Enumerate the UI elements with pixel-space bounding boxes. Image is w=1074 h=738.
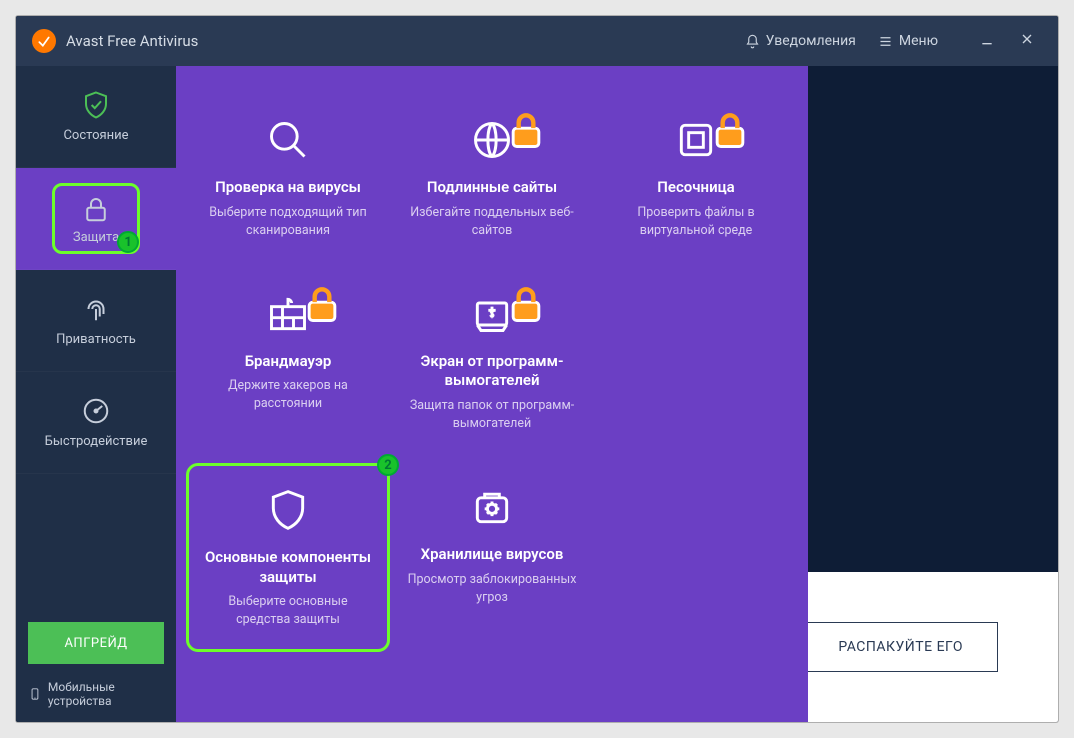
tile-firewall-title: Брандмауэр — [245, 352, 332, 372]
tile-sandbox[interactable]: Песочница Проверить файлы в виртуальной … — [594, 96, 798, 260]
notifications-button[interactable]: Уведомления — [739, 29, 862, 53]
virus-chest-icon — [470, 485, 514, 529]
gauge-icon — [81, 396, 111, 426]
tile-real-sites-title: Подлинные сайты — [427, 178, 557, 198]
tile-core-shields-desc: Выберите основные средства защиты — [203, 593, 373, 629]
menu-label: Меню — [899, 33, 938, 49]
tile-sandbox-desc: Проверить файлы в виртуальной среде — [608, 204, 784, 240]
lock-icon — [81, 194, 111, 224]
mobile-devices-link[interactable]: Мобильные устройства — [16, 674, 176, 722]
annotation-highlight-1: Защита 1 — [52, 183, 140, 254]
app-window: Avast Free Antivirus Уведомления Меню РА… — [16, 16, 1058, 722]
tile-firewall[interactable]: Брандмауэр Держите хакеров на расстоянии — [186, 270, 390, 453]
upgrade-button[interactable]: АПГРЕЙД — [28, 622, 164, 664]
sidebar-privacy-label: Приватность — [56, 332, 136, 347]
title-bar: Avast Free Antivirus Уведомления Меню — [16, 16, 1058, 66]
sidebar-performance-label: Быстродействие — [45, 434, 148, 449]
tile-core-shields[interactable]: 2 Основные компоненты защиты Выберите ос… — [186, 463, 390, 652]
app-title: Avast Free Antivirus — [66, 32, 198, 50]
mobile-icon — [28, 686, 42, 702]
sidebar-item-protection[interactable]: Защита 1 — [16, 168, 176, 270]
tile-virus-scan-desc: Выберите подходящий тип сканирования — [200, 204, 376, 240]
magnifier-icon — [266, 118, 310, 162]
tile-core-shields-title: Основные компоненты защиты — [203, 548, 373, 587]
premium-lock-icon — [504, 108, 520, 126]
tile-virus-scan-title: Проверка на вирусы — [215, 178, 361, 198]
protection-flyout: Проверка на вирусы Выберите подходящий т… — [176, 66, 808, 722]
avast-logo-icon — [32, 29, 56, 53]
fingerprint-icon — [81, 294, 111, 324]
close-button[interactable] — [1012, 31, 1042, 52]
unpack-button[interactable]: РАСПАКУЙТЕ ЕГО — [803, 622, 998, 672]
notifications-label: Уведомления — [766, 33, 856, 49]
mobile-label: Мобильные устройства — [48, 680, 164, 708]
tile-virus-chest[interactable]: Хранилище вирусов Просмотр заблокированн… — [390, 463, 594, 652]
sidebar: Состояние Защита 1 Приватность Быстродей… — [16, 66, 176, 722]
tile-ransomware-desc: Защита папок от программ-вымогателей — [404, 397, 580, 433]
tile-virus-scan[interactable]: Проверка на вирусы Выберите подходящий т… — [186, 96, 390, 260]
premium-lock-icon — [300, 282, 316, 300]
tile-sandbox-title: Песочница — [657, 178, 734, 198]
sidebar-item-status[interactable]: Состояние — [16, 66, 176, 168]
shield-check-icon — [81, 90, 111, 120]
tile-real-sites-desc: Избегайте поддельных веб-сайтов — [404, 204, 580, 240]
shield-icon — [266, 488, 310, 532]
annotation-marker-1: 1 — [117, 231, 139, 253]
sidebar-protection-label: Защита — [73, 230, 119, 245]
svg-text:$: $ — [489, 307, 495, 320]
premium-lock-icon — [504, 282, 520, 300]
sidebar-item-privacy[interactable]: Приватность — [16, 270, 176, 372]
tile-ransomware-shield[interactable]: $ Экран от программ-вымогателей Защита п… — [390, 270, 594, 453]
tile-virus-chest-title: Хранилище вирусов — [421, 545, 564, 565]
sidebar-item-performance[interactable]: Быстродействие — [16, 372, 176, 474]
sidebar-status-label: Состояние — [63, 128, 128, 143]
premium-lock-icon — [708, 108, 724, 126]
tile-real-sites[interactable]: Подлинные сайты Избегайте поддельных веб… — [390, 96, 594, 260]
tile-virus-chest-desc: Просмотр заблокированных угроз — [404, 571, 580, 607]
tile-firewall-desc: Держите хакеров на расстоянии — [200, 377, 376, 413]
menu-button[interactable]: Меню — [872, 29, 944, 53]
tile-ransomware-title: Экран от программ-вымогателей — [404, 352, 580, 391]
minimize-button[interactable] — [972, 31, 1002, 52]
